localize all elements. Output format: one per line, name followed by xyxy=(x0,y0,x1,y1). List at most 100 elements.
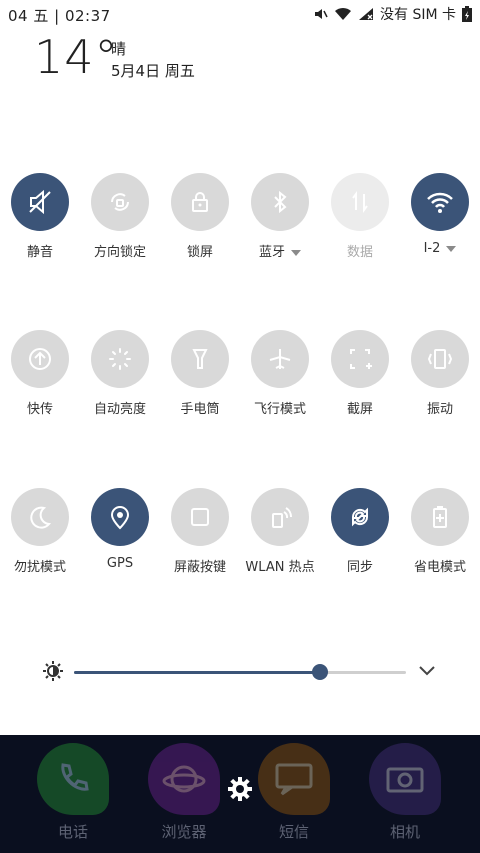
wifi-status-icon xyxy=(334,7,352,21)
toggle-label-text: 振动 xyxy=(426,402,453,417)
dropdown-caret-icon[interactable] xyxy=(291,249,301,256)
toggle-label: 省电模式 xyxy=(394,556,480,575)
dock-app-browser[interactable] xyxy=(148,743,220,815)
dropdown-caret-icon[interactable] xyxy=(446,245,457,252)
toggle-label-text: 蓝牙 xyxy=(258,245,285,260)
battery-saver-icon xyxy=(426,503,454,531)
bluetooth-toggle-button[interactable] xyxy=(251,173,309,231)
mobile-data-icon xyxy=(346,188,374,216)
brightness-fill xyxy=(74,671,320,674)
message-icon xyxy=(258,743,330,815)
toggle-auto-brightness[interactable]: 自动亮度 xyxy=(80,330,160,440)
toggle-rotation-lock[interactable]: 方向锁定 xyxy=(80,173,160,283)
toggle-vibrate[interactable]: 振动 xyxy=(400,330,480,440)
toggle-label-text: 自动亮度 xyxy=(93,402,146,417)
dock-app-label: 相机 xyxy=(389,823,420,841)
toggle-sync[interactable]: 同步 xyxy=(320,488,400,598)
brightness-thumb[interactable] xyxy=(311,664,328,680)
vibrate-toggle-button[interactable] xyxy=(411,330,469,388)
mute-status-icon xyxy=(314,7,328,21)
toggle-label: 自动亮度 xyxy=(74,398,166,417)
status-icons: 没有 SIM 卡 xyxy=(314,4,472,24)
toggle-label: 振动 xyxy=(394,398,480,417)
lock-icon xyxy=(186,188,214,216)
toggle-quick-share[interactable]: 快传 xyxy=(0,330,80,440)
toggle-label-text: 数据 xyxy=(346,245,373,260)
toggle-label: 数据 xyxy=(314,241,406,260)
toggle-battery-saver[interactable]: 省电模式 xyxy=(400,488,480,598)
toggle-label: I-2 xyxy=(394,241,480,256)
toggle-bluetooth[interactable]: 蓝牙 xyxy=(240,173,320,283)
hotspot-icon xyxy=(266,503,294,531)
toggle-block-keys[interactable]: 屏蔽按键 xyxy=(160,488,240,598)
hotspot-toggle-button[interactable] xyxy=(251,488,309,546)
weather-condition: 晴 xyxy=(111,40,127,58)
toggle-screenshot[interactable]: 截屏 xyxy=(320,330,400,440)
toggle-wifi[interactable]: I-2 xyxy=(400,173,480,283)
toggle-label: GPS xyxy=(74,556,166,571)
dock-app-message[interactable] xyxy=(258,743,330,815)
toggle-label-text: 截屏 xyxy=(346,402,373,417)
screenshot-toggle-button[interactable] xyxy=(331,330,389,388)
location-pin-toggle-button[interactable] xyxy=(91,488,149,546)
toggle-label-text: I-2 xyxy=(423,241,441,256)
toggle-flashlight[interactable]: 手电筒 xyxy=(160,330,240,440)
toggle-label-text: 手电筒 xyxy=(180,402,220,417)
vibrate-icon xyxy=(425,345,455,373)
quick-share-toggle-button[interactable] xyxy=(11,330,69,388)
location-pin-icon xyxy=(106,503,134,531)
battery-saver-toggle-button[interactable] xyxy=(411,488,469,546)
lock-toggle-button[interactable] xyxy=(171,173,229,231)
chevron-down-icon[interactable] xyxy=(418,662,436,681)
toggle-lock[interactable]: 锁屏 xyxy=(160,173,240,283)
toggle-label-text: 飞行模式 xyxy=(253,402,306,417)
toggle-mobile-data[interactable]: 数据 xyxy=(320,173,400,283)
toggle-mute[interactable]: 静音 xyxy=(0,173,80,283)
screenshot-icon xyxy=(346,345,374,373)
browser-icon xyxy=(148,743,220,815)
toggle-label-text: 同步 xyxy=(346,560,373,575)
mobile-data-toggle-button[interactable] xyxy=(331,173,389,231)
wifi-icon xyxy=(425,188,455,216)
toggle-label-text: 方向锁定 xyxy=(93,245,146,260)
sync-icon xyxy=(346,503,374,531)
rotation-lock-toggle-button[interactable] xyxy=(91,173,149,231)
brightness-control xyxy=(0,652,480,692)
toggle-moon[interactable]: 勿扰模式 xyxy=(0,488,80,598)
dock-app-label: 浏览器 xyxy=(161,823,207,841)
toggle-label-text: GPS xyxy=(106,556,134,571)
auto-brightness-toggle-button[interactable] xyxy=(91,330,149,388)
mute-icon xyxy=(26,188,54,216)
toggle-label-text: 省电模式 xyxy=(413,560,466,575)
airplane-toggle-button[interactable] xyxy=(251,330,309,388)
wifi-toggle-button[interactable] xyxy=(411,173,469,231)
toggle-hotspot[interactable]: WLAN 热点 xyxy=(240,488,320,598)
dock-app-phone[interactable] xyxy=(37,743,109,815)
bluetooth-icon xyxy=(266,188,294,216)
toggle-label: WLAN 热点 xyxy=(234,556,326,575)
brightness-slider[interactable] xyxy=(74,664,406,680)
toggle-label-text: WLAN 热点 xyxy=(245,560,315,575)
toggle-location-pin[interactable]: GPS xyxy=(80,488,160,598)
toggle-label: 蓝牙 xyxy=(234,241,326,260)
home-dock: 电话 浏览器 短信 相机 xyxy=(0,735,480,853)
rotation-lock-icon xyxy=(106,188,134,216)
toggle-label: 锁屏 xyxy=(154,241,246,260)
toggle-label: 手电筒 xyxy=(154,398,246,417)
mute-toggle-button[interactable] xyxy=(11,173,69,231)
brightness-icon xyxy=(42,660,64,686)
dock-app-label: 电话 xyxy=(57,823,88,841)
sync-toggle-button[interactable] xyxy=(331,488,389,546)
camera-icon xyxy=(369,743,441,815)
temperature: 14° xyxy=(34,30,119,84)
auto-brightness-icon xyxy=(106,345,134,373)
moon-toggle-button[interactable] xyxy=(11,488,69,546)
toggle-label-text: 勿扰模式 xyxy=(13,560,66,575)
dock-app-camera[interactable] xyxy=(369,743,441,815)
block-keys-toggle-button[interactable] xyxy=(171,488,229,546)
settings-gear-icon[interactable] xyxy=(226,775,254,807)
status-date-time: 04 五 | 02:37 xyxy=(8,7,111,25)
toggle-airplane[interactable]: 飞行模式 xyxy=(240,330,320,440)
flashlight-toggle-button[interactable] xyxy=(171,330,229,388)
block-keys-icon xyxy=(186,503,214,531)
